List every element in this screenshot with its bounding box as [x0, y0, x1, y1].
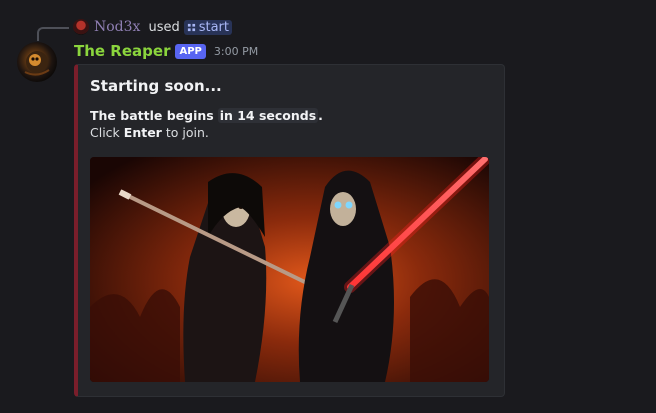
slash-command-name: start	[198, 19, 229, 35]
reply-avatar[interactable]	[73, 19, 89, 35]
join-suffix: to join.	[165, 125, 209, 140]
embed-title: Starting soon...	[90, 77, 222, 95]
reply-used-text: used	[148, 19, 180, 35]
message-embed: Starting soon... The battle begins in 14…	[74, 64, 505, 397]
author-username[interactable]: The Reaper	[74, 42, 170, 60]
message-header: The Reaper APP 3:00 PM	[74, 41, 258, 61]
app-badge: APP	[175, 43, 206, 59]
reply-username[interactable]: Nod3x	[94, 19, 140, 35]
reply-reference[interactable]: Nod3x used start	[73, 18, 232, 36]
embed-image[interactable]	[90, 157, 489, 382]
author-avatar[interactable]	[17, 42, 57, 82]
embed-line-countdown: The battle begins in 14 seconds.	[90, 107, 323, 124]
join-key: Enter	[123, 125, 162, 140]
countdown-code: in 14 seconds	[217, 108, 319, 123]
join-prefix: Click	[90, 125, 120, 140]
countdown-prefix: The battle begins	[90, 108, 214, 123]
embed-description: The battle begins in 14 seconds. Click E…	[90, 107, 323, 141]
slash-command-icon	[187, 23, 195, 31]
slash-command-chip[interactable]: start	[183, 19, 232, 35]
message-timestamp[interactable]: 3:00 PM	[214, 45, 258, 58]
embed-line-join: Click Enter to join.	[90, 124, 323, 141]
countdown-suffix: .	[318, 108, 323, 123]
reply-connector-line	[37, 27, 69, 41]
battle-artwork	[90, 157, 489, 382]
